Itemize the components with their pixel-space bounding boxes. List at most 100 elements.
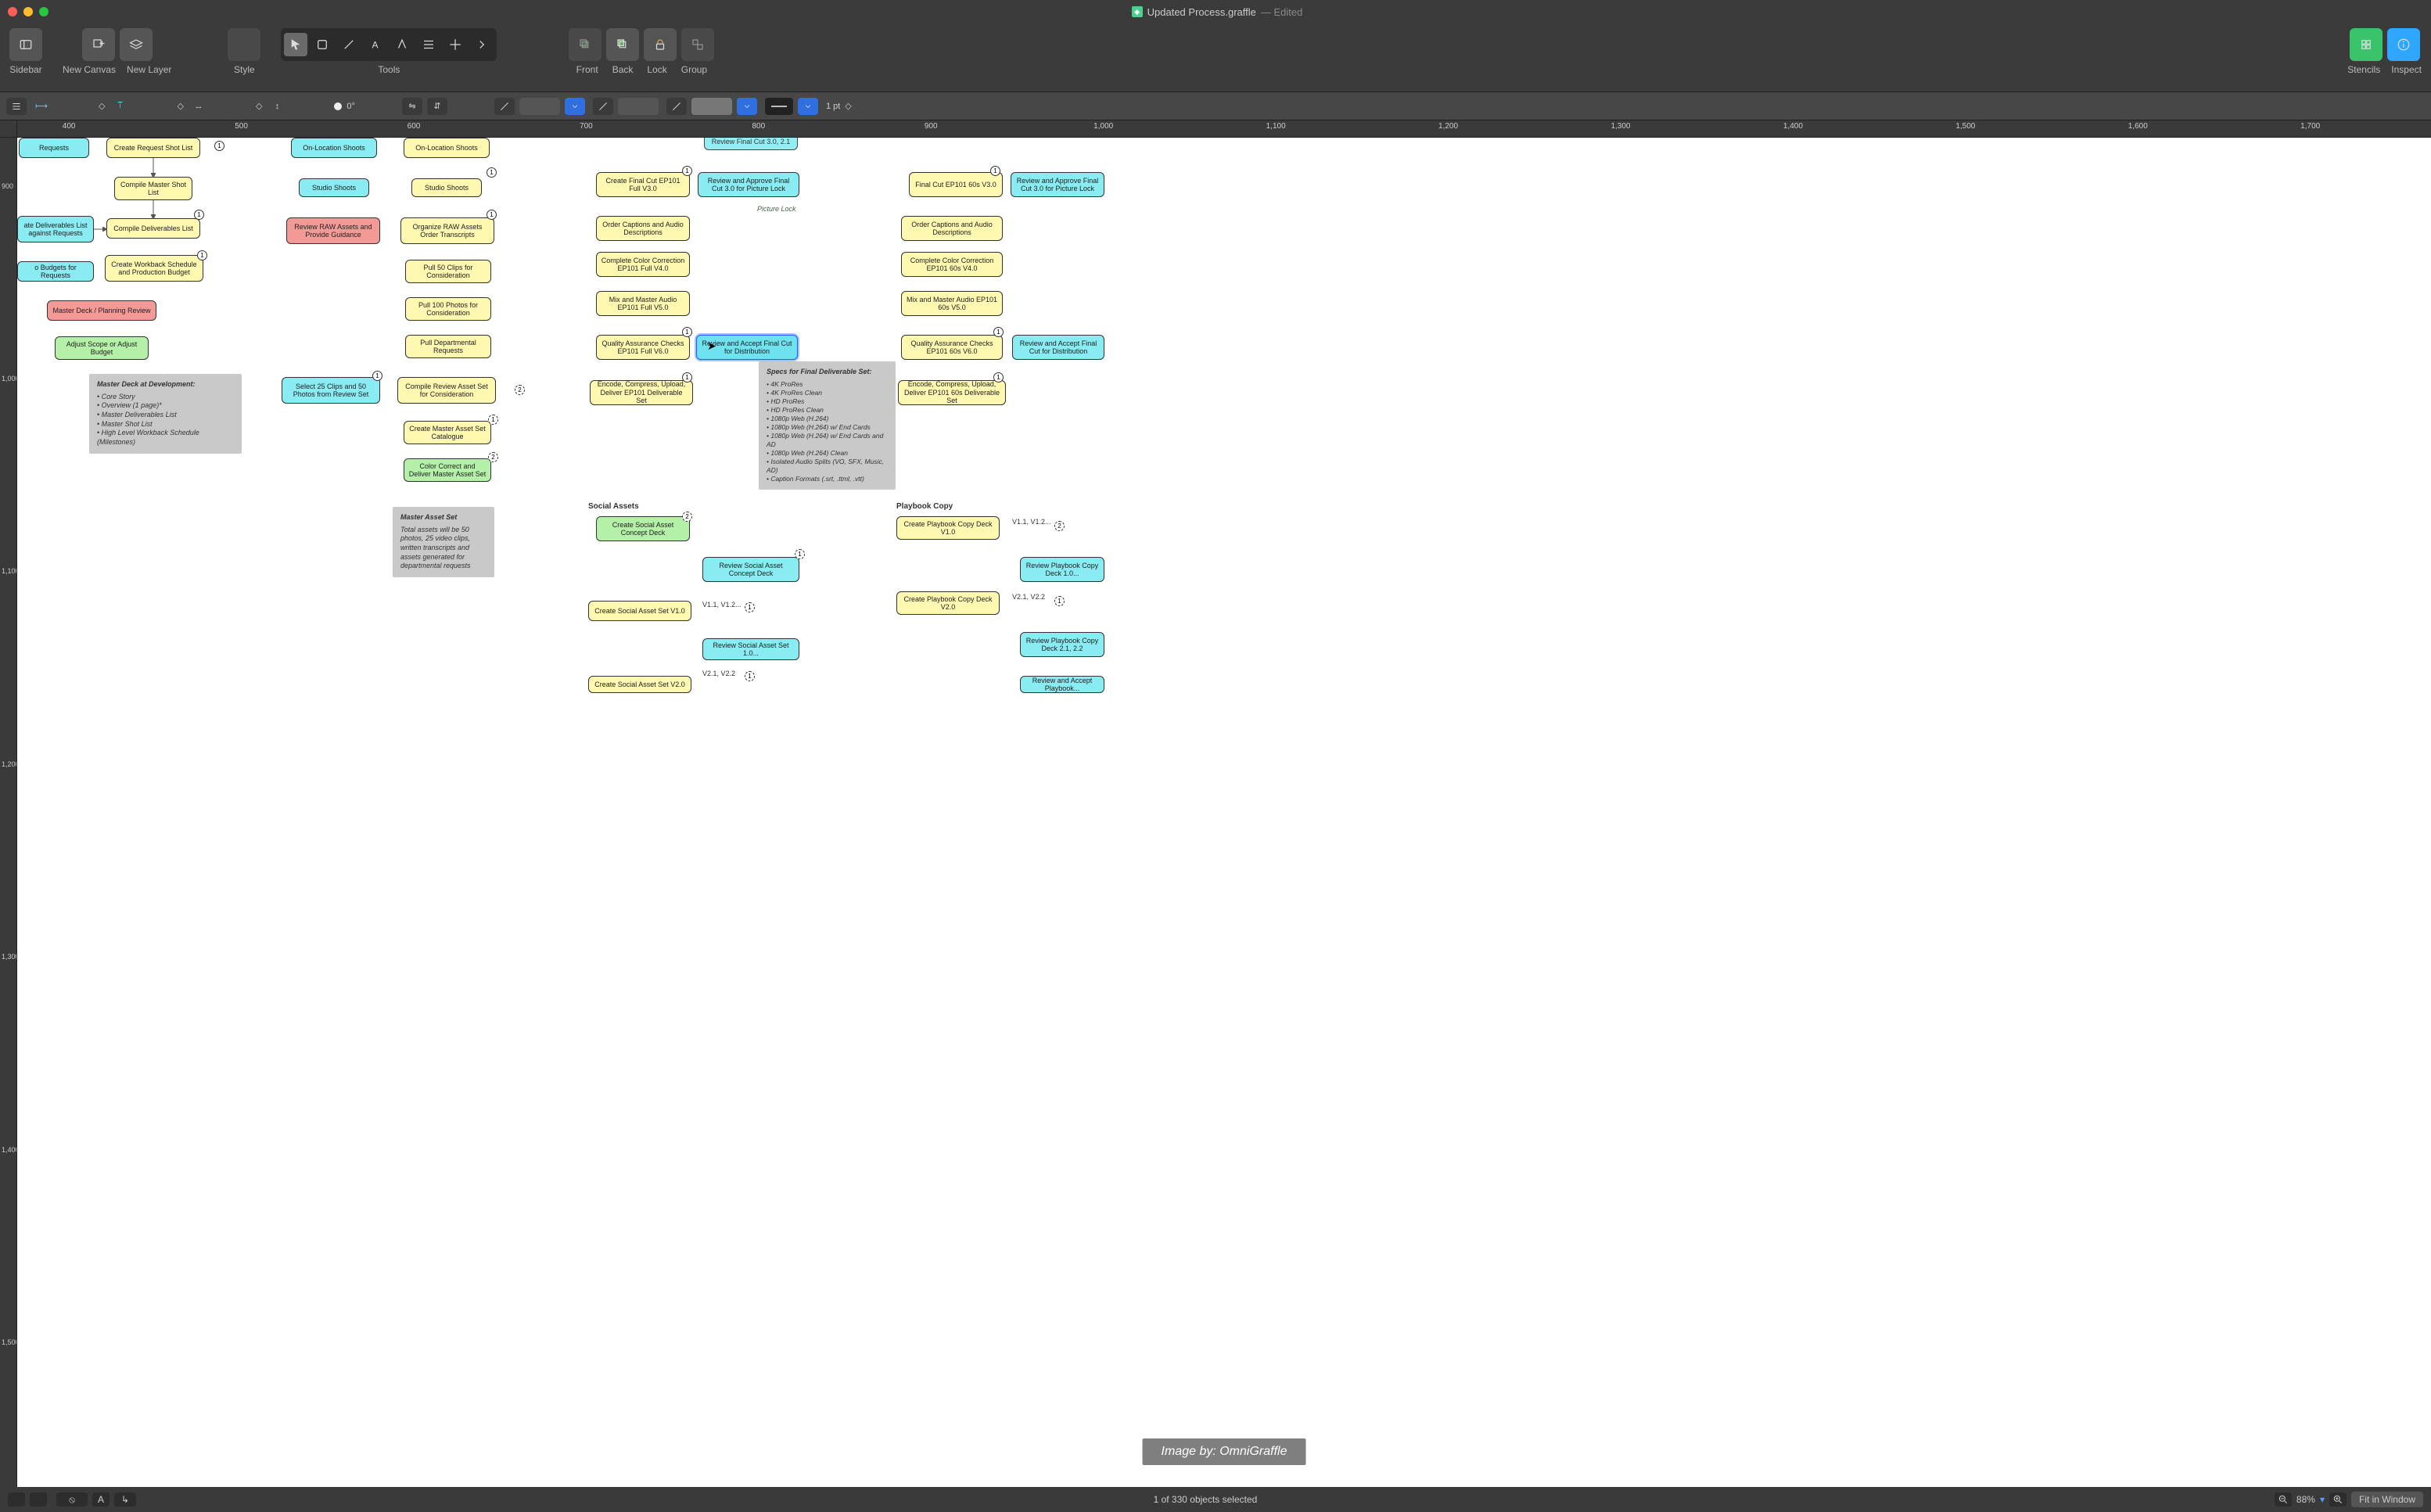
bring-to-front-button[interactable] — [569, 28, 601, 61]
node-qa-checks-60s[interactable]: Quality Assurance Checks EP101 60s V6.0 — [901, 335, 1003, 360]
zoom-dropdown-icon[interactable]: ▾ — [2320, 1494, 2325, 1505]
node-create-workback-budget[interactable]: Create Workback Schedule and Production … — [105, 255, 203, 282]
text-tool-button[interactable]: A — [364, 33, 387, 56]
node-create-social-v1[interactable]: Create Social Asset Set V1.0 — [588, 601, 691, 621]
x-stepper-icon[interactable]: ◇ — [99, 101, 105, 111]
text-style-button[interactable]: A — [92, 1492, 110, 1507]
node-encode-deliver-60s[interactable]: Encode, Compress, Upload, Deliver EP101 … — [898, 380, 1006, 405]
close-window-button[interactable] — [8, 7, 17, 16]
stroke-style-well[interactable] — [691, 98, 732, 115]
fill-none-button[interactable] — [494, 98, 515, 115]
node-review-raw-assets[interactable]: Review RAW Assets and Provide Guidance — [286, 217, 380, 244]
node-onlocation-cyan[interactable]: On-Location Shoots — [291, 138, 377, 158]
vguide-icon[interactable]: ⟙ — [110, 98, 130, 115]
node-complete-color-correction[interactable]: Complete Color Correction EP101 Full V4.… — [596, 252, 690, 277]
node-review-accept-distribution-selected[interactable]: Review and Accept Final Cut for Distribu… — [696, 335, 798, 360]
flip-v-button[interactable]: ⇵ — [427, 98, 447, 115]
zoom-out-button[interactable] — [2275, 1492, 2292, 1507]
zoom-in-button[interactable] — [2329, 1492, 2347, 1507]
node-mix-master-60s[interactable]: Mix and Master Audio EP101 60s V5.0 — [901, 291, 1003, 316]
selection-tool-button[interactable] — [284, 33, 307, 56]
new-canvas-button[interactable] — [82, 28, 115, 61]
node-create-master-asset-set[interactable]: Create Master Asset Set Catalogue — [404, 421, 491, 444]
shadow-none-button[interactable] — [666, 98, 687, 115]
stroke-style-dropdown-button[interactable] — [737, 98, 757, 115]
node-requests-partial[interactable]: Requests — [19, 138, 89, 158]
node-mix-master-audio[interactable]: Mix and Master Audio EP101 Full V5.0 — [596, 291, 690, 316]
node-final-cut-60s[interactable]: Final Cut EP101 60s V3.0 — [909, 172, 1003, 197]
fill-color-well[interactable] — [519, 98, 560, 115]
fill-dropdown-button[interactable] — [565, 98, 585, 115]
node-review-approve-60s[interactable]: Review and Approve Final Cut 3.0 for Pic… — [1011, 172, 1104, 197]
node-deliverables-partial[interactable]: ate Deliverables List against Requests — [17, 216, 94, 242]
node-create-playbook-v2[interactable]: Create Playbook Copy Deck V2.0 — [896, 591, 1000, 615]
node-qa-checks[interactable]: Quality Assurance Checks EP101 Full V6.0 — [596, 335, 690, 360]
align-menu-icon[interactable] — [6, 98, 27, 115]
node-color-correct-deliver[interactable]: Color Correct and Deliver Master Asset S… — [404, 458, 491, 482]
note-specs-deliverable[interactable]: Specs for Final Deliverable Set: 4K ProR… — [759, 361, 896, 490]
rotation-knob-icon[interactable] — [334, 102, 342, 110]
inspect-button[interactable] — [2387, 28, 2420, 61]
node-review-approve-final-cut[interactable]: Review and Approve Final Cut 3.0 for Pic… — [698, 172, 799, 197]
node-review-social-concept[interactable]: Review Social Asset Concept Deck — [702, 557, 799, 582]
toggle-sidebar-button[interactable] — [9, 28, 42, 61]
note-master-asset-set[interactable]: Master Asset Set Total assets will be 50… — [393, 507, 494, 577]
node-pull-departmental[interactable]: Pull Departmental Requests — [405, 335, 491, 358]
node-create-social-concept[interactable]: Create Social Asset Concept Deck — [596, 516, 690, 541]
node-select-25-clips[interactable]: Select 25 Clips and 50 Photos from Revie… — [282, 377, 380, 404]
h-stepper-icon[interactable]: ◇ — [256, 101, 262, 111]
node-create-social-v2[interactable]: Create Social Asset Set V2.0 — [588, 676, 691, 693]
node-order-captions[interactable]: Order Captions and Audio Descriptions — [596, 216, 690, 241]
node-pull-50-clips[interactable]: Pull 50 Clips for Consideration — [405, 260, 491, 283]
node-compile-deliverables-list[interactable]: Compile Deliverables List — [106, 218, 200, 239]
node-review-playbook-v2[interactable]: Review Playbook Copy Deck 2.1, 2.2 — [1020, 632, 1104, 657]
minimize-window-button[interactable] — [23, 7, 33, 16]
node-review-playbook-v1[interactable]: Review Playbook Copy Deck 1.0... — [1020, 557, 1104, 582]
outline-view-button[interactable] — [8, 1492, 25, 1507]
node-master-deck-review[interactable]: Master Deck / Planning Review — [47, 300, 156, 321]
node-review-accept-60s[interactable]: Review and Accept Final Cut for Distribu… — [1012, 335, 1104, 360]
expand-tools-button[interactable] — [470, 33, 494, 56]
stencils-button[interactable] — [2350, 28, 2383, 61]
node-studio-cyan[interactable]: Studio Shoots — [299, 178, 369, 197]
point-edit-tool-button[interactable] — [443, 33, 467, 56]
line-tool-button[interactable] — [337, 33, 361, 56]
node-review-final-cut-top[interactable]: Review Final Cut 3.0, 2.1 — [704, 138, 798, 150]
diagram-tool-button[interactable] — [417, 33, 440, 56]
eye-dropper-button[interactable]: ⦸ — [56, 1492, 88, 1507]
node-compile-review-set[interactable]: Compile Review Asset Set for Considerati… — [397, 377, 496, 404]
maximize-window-button[interactable] — [39, 7, 48, 16]
node-studio-yellow[interactable]: Studio Shoots — [411, 178, 482, 197]
new-layer-button[interactable] — [120, 28, 153, 61]
node-encode-deliver[interactable]: Encode, Compress, Upload, Deliver EP101 … — [590, 380, 693, 405]
group-button[interactable] — [681, 28, 714, 61]
node-budgets-partial[interactable]: o Budgets for Requests — [17, 261, 94, 282]
node-complete-color-60s[interactable]: Complete Color Correction EP101 60s V4.0 — [901, 252, 1003, 277]
stroke-color-well[interactable] — [618, 98, 659, 115]
style-well-button[interactable] — [228, 28, 260, 61]
node-create-final-cut-v3[interactable]: Create Final Cut EP101 Full V3.0 — [596, 172, 690, 197]
vertical-ruler[interactable]: 9001,0001,1001,2001,3001,4001,500 — [0, 138, 17, 1487]
line-end-well[interactable] — [765, 98, 793, 115]
stroke-none-button[interactable] — [593, 98, 613, 115]
canvas[interactable]: Requests Create Request Shot List 1 Comp… — [17, 138, 2431, 1487]
node-onlocation-yellow[interactable]: On-Location Shoots — [404, 138, 490, 158]
pen-tool-button[interactable] — [390, 33, 414, 56]
ruler-origin-corner[interactable] — [0, 120, 17, 138]
node-pull-100-photos[interactable]: Pull 100 Photos for Consideration — [405, 297, 491, 321]
fit-in-window-button[interactable]: Fit in Window — [2351, 1492, 2423, 1507]
w-stepper-icon[interactable]: ◇ — [177, 101, 183, 111]
node-create-request-shot-list[interactable]: Create Request Shot List — [106, 138, 200, 158]
line-end-dropdown-button[interactable] — [798, 98, 818, 115]
layers-view-button[interactable] — [30, 1492, 47, 1507]
stroke-width-stepper-icon[interactable]: ◇ — [845, 101, 851, 111]
connection-style-button[interactable]: ↳ — [114, 1492, 136, 1507]
node-organize-raw-assets[interactable]: Organize RAW Assets Order Transcripts — [400, 217, 494, 244]
note-master-deck[interactable]: Master Deck at Development: Core Story O… — [89, 374, 242, 454]
node-review-accept-playbook[interactable]: Review and Accept Playbook... — [1020, 676, 1104, 693]
horizontal-ruler[interactable]: 4005006007008009001,0001,1001,2001,3001,… — [17, 120, 2431, 138]
hguide-icon[interactable]: ⟼ — [31, 98, 52, 115]
node-compile-master-shot-list[interactable]: Compile Master Shot List — [114, 177, 192, 200]
flip-h-button[interactable]: ⇋ — [402, 98, 422, 115]
send-to-back-button[interactable] — [606, 28, 639, 61]
